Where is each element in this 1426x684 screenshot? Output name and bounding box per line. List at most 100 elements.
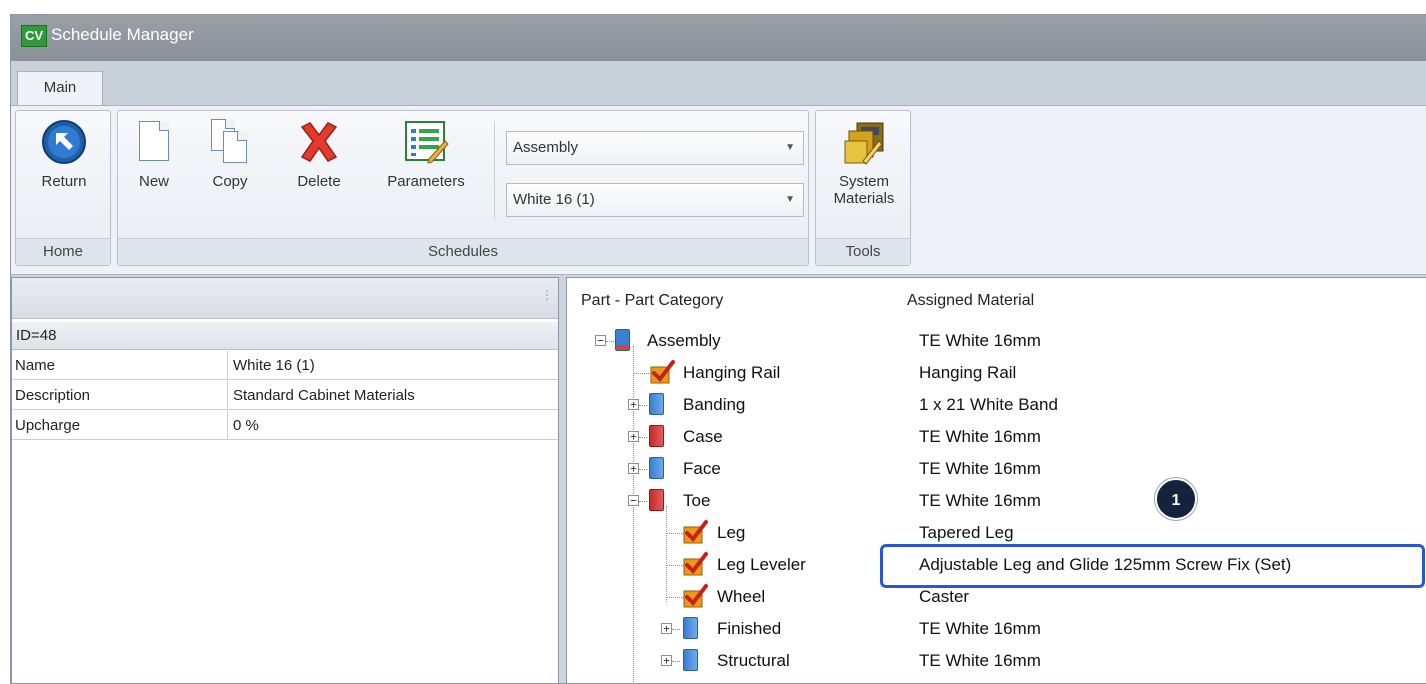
delete-button[interactable]: Delete [288, 119, 350, 190]
home-group-label: Home [16, 238, 110, 265]
expand-icon[interactable]: + [628, 399, 639, 410]
property-row-description[interactable]: Description Standard Cabinet Materials [12, 381, 558, 411]
part-name: Leg [717, 523, 746, 542]
return-button[interactable]: Return [16, 119, 112, 190]
assigned-material: Tapered Leg [919, 523, 1014, 542]
assigned-material: 1 x 21 White Band [919, 395, 1058, 414]
new-label: New [138, 173, 169, 190]
chevron-down-icon: ▼ [785, 194, 795, 205]
assigned-material: TE White 16mm [919, 331, 1041, 350]
app-logo-icon: CV [21, 25, 47, 47]
red-book-icon [649, 489, 664, 511]
parameters-label: Parameters [387, 173, 465, 190]
column-header-material[interactable]: Assigned Material [907, 292, 1034, 310]
blue-book-icon [649, 457, 664, 479]
part-name: Leg Leveler [717, 555, 806, 574]
tree-row[interactable]: + Banding 1 x 21 White Band [567, 390, 1426, 422]
system-materials-button[interactable]: System Materials [816, 119, 912, 207]
tree-connector [672, 629, 680, 630]
assigned-material: TE White 16mm [919, 651, 1041, 670]
tree-connector [672, 661, 680, 662]
properties-pane: ⋮ ID=48 Name White 16 (1) Description St… [11, 277, 559, 683]
properties-header: ⋮ [12, 278, 558, 319]
assigned-material: Hanging Rail [919, 363, 1017, 382]
expand-icon[interactable]: + [661, 655, 672, 666]
return-label: Return [41, 173, 87, 190]
copy-button[interactable]: Copy [202, 119, 258, 190]
part-name: Case [683, 427, 723, 446]
ribbon-group-home: Return Home [15, 110, 111, 266]
tree-row[interactable]: − Toe TE White 16mm [567, 486, 1426, 518]
parameters-button[interactable]: Parameters [374, 119, 478, 190]
chevron-down-icon: ▼ [785, 142, 795, 153]
expand-icon[interactable]: + [661, 623, 672, 634]
copy-label: Copy [212, 173, 248, 190]
new-button[interactable]: New [128, 119, 180, 190]
part-name: Wheel [717, 587, 766, 606]
return-arrow-icon [41, 119, 87, 165]
tree-row[interactable]: + Finished TE White 16mm [567, 614, 1426, 646]
schedule-dropdown[interactable]: White 16 (1) ▼ [506, 183, 804, 217]
collapse-icon[interactable]: − [628, 495, 639, 506]
schedule-id: ID=48 [12, 322, 558, 350]
property-value[interactable]: White 16 (1) [228, 351, 558, 380]
part-category-value: Assembly [513, 139, 579, 156]
part-category-dropdown[interactable]: Assembly ▼ [506, 131, 804, 165]
grip-icon[interactable]: ⋮ [541, 288, 553, 302]
tree-connector [639, 437, 647, 438]
window-title: Schedule Manager [51, 25, 194, 44]
blue-book-icon [683, 617, 698, 639]
property-value[interactable]: Standard Cabinet Materials [228, 381, 558, 410]
collapse-icon[interactable]: − [595, 335, 606, 346]
column-header-part[interactable]: Part - Part Category [581, 292, 723, 310]
assigned-material: TE White 16mm [919, 459, 1041, 478]
schedules-group-label: Schedules [118, 238, 808, 265]
property-row-name[interactable]: Name White 16 (1) [12, 351, 558, 381]
ribbon-group-tools: System Materials Tools [815, 110, 911, 266]
tools-group-label: Tools [816, 238, 910, 265]
checkmark-icon [683, 520, 708, 544]
property-key: Name [12, 351, 228, 380]
tree-row[interactable]: Hanging Rail Hanging Rail [567, 358, 1426, 390]
tree-row[interactable]: − Assembly TE White 16mm [567, 326, 1426, 358]
expand-icon[interactable]: + [628, 463, 639, 474]
step-number-badge: 1 [1155, 478, 1197, 520]
tree-row[interactable]: + Structural TE White 16mm [567, 646, 1426, 678]
part-name: Finished [717, 619, 782, 638]
blue-book-icon [683, 649, 698, 671]
part-name: Banding [683, 395, 746, 414]
assigned-material: TE White 16mm [919, 491, 1041, 510]
assigned-material: TE White 16mm [919, 427, 1041, 446]
tree-row[interactable]: + Case TE White 16mm [567, 422, 1426, 454]
ribbon-separator [494, 121, 495, 219]
pane-splitter[interactable] [559, 275, 566, 683]
schedule-value: White 16 (1) [513, 191, 595, 208]
tree-connector [639, 469, 647, 470]
checkmark-icon [683, 584, 708, 608]
ribbon-tab-row: Main [11, 61, 1426, 105]
red-book-icon [649, 425, 664, 447]
ribbon: Return Home New Copy Delete Parameters A… [11, 105, 1426, 275]
tree-connector [639, 405, 647, 406]
delete-x-icon [296, 119, 342, 165]
tree-row[interactable]: + Face TE White 16mm [567, 454, 1426, 486]
main-content: ⋮ ID=48 Name White 16 (1) Description St… [11, 275, 1426, 683]
copy-document-icon [207, 119, 253, 165]
assigned-material: TE White 16mm [919, 619, 1041, 638]
checkmark-icon [650, 360, 675, 384]
property-row-upcharge[interactable]: Upcharge 0 % [12, 411, 558, 441]
system-materials-label-line2: Materials [833, 190, 895, 207]
ribbon-group-schedules: New Copy Delete Parameters Assembly ▼ Wh… [117, 110, 809, 266]
property-value[interactable]: 0 % [228, 411, 558, 440]
delete-label: Delete [297, 173, 341, 190]
part-name: Assembly [647, 331, 721, 350]
parameters-list-icon [403, 119, 449, 165]
tree-connector [606, 341, 614, 342]
part-name: Face [683, 459, 721, 478]
expand-icon[interactable]: + [628, 431, 639, 442]
part-name: Toe [683, 491, 711, 510]
multi-book-icon [615, 329, 630, 351]
tab-main[interactable]: Main [17, 71, 103, 105]
part-name: Hanging Rail [683, 363, 781, 382]
system-materials-label-line1: System [838, 173, 889, 190]
